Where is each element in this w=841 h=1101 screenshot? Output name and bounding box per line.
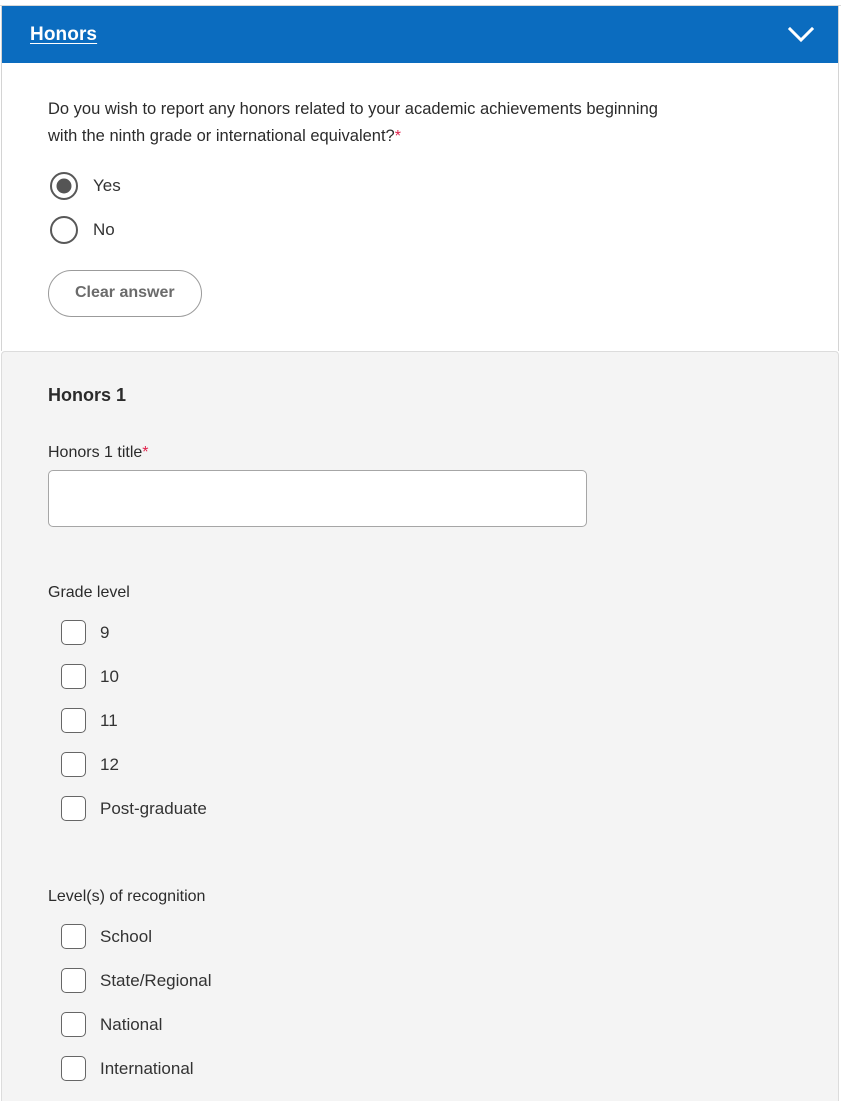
radio-option-yes[interactable]: Yes [48,164,808,208]
honors-question-body: Do you wish to report any honors related… [2,63,838,351]
checkbox-grade-post-graduate-box[interactable] [61,796,86,822]
honors-accordion-card: Honors Do you wish to report any honors … [1,6,839,351]
recognition-level-label: Level(s) of recognition [48,887,206,905]
checkbox-grade-11-box[interactable] [61,708,86,734]
grade-level-label: Grade level [48,583,130,601]
checkbox-grade-10-label: 10 [100,666,119,686]
checkbox-recognition-national[interactable]: National [48,1003,808,1047]
radio-no-indicator[interactable] [50,215,78,244]
honors-question-text: Do you wish to report any honors related… [48,96,688,150]
checkbox-grade-post-graduate[interactable]: Post-graduate [48,787,808,831]
radio-yes-indicator[interactable] [50,171,78,200]
honors-1-panel: Honors 1 Honors 1 title* Grade level 9 1… [1,350,839,1101]
checkbox-grade-11[interactable]: 11 [48,699,808,743]
radio-option-no[interactable]: No [48,208,808,252]
radio-no-label: No [93,219,115,239]
checkbox-recognition-international-label: International [100,1058,194,1078]
checkbox-grade-11-label: 11 [100,710,118,730]
checkbox-grade-post-graduate-label: Post-graduate [100,798,207,818]
clear-answer-button[interactable]: Clear answer [48,269,202,317]
checkbox-grade-10-box[interactable] [61,664,86,690]
required-asterisk: * [394,127,401,145]
checkbox-grade-9-box[interactable] [61,620,86,646]
checkbox-recognition-school-label: School [100,926,152,946]
honors-1-title-input[interactable] [48,469,587,527]
checkbox-grade-12[interactable]: 12 [48,743,808,787]
checkbox-recognition-school[interactable]: School [48,915,808,959]
checkbox-grade-12-label: 12 [100,754,119,774]
checkbox-recognition-national-box[interactable] [61,1012,86,1038]
honors-1-title-label-text: Honors 1 title [48,443,143,461]
checkbox-recognition-school-box[interactable] [61,924,86,950]
honors-accordion-header[interactable]: Honors [2,6,838,63]
honors-form-screen: Honors Do you wish to report any honors … [0,0,841,1101]
checkbox-grade-9[interactable]: 9 [48,611,808,655]
checkbox-recognition-state-regional-box[interactable] [61,968,86,994]
checkbox-recognition-national-label: National [100,1014,163,1034]
checkbox-recognition-international-box[interactable] [61,1056,86,1082]
checkbox-grade-10[interactable]: 10 [48,655,808,699]
checkbox-recognition-state-regional[interactable]: State/Regional [48,959,808,1003]
honors-1-title-label: Honors 1 title* [48,444,808,462]
chevron-down-icon[interactable] [786,20,816,50]
question-text-value: Do you wish to report any honors related… [48,100,658,145]
checkbox-grade-12-box[interactable] [61,752,86,778]
checkbox-recognition-international[interactable]: International [48,1047,808,1091]
checkbox-recognition-state-regional-label: State/Regional [100,970,212,990]
checkbox-grade-9-label: 9 [100,622,110,642]
radio-yes-label: Yes [93,175,121,195]
honors-1-title-required-asterisk: * [142,443,149,461]
accordion-title[interactable]: Honors [30,24,97,46]
honors-1-title: Honors 1 [48,384,127,405]
